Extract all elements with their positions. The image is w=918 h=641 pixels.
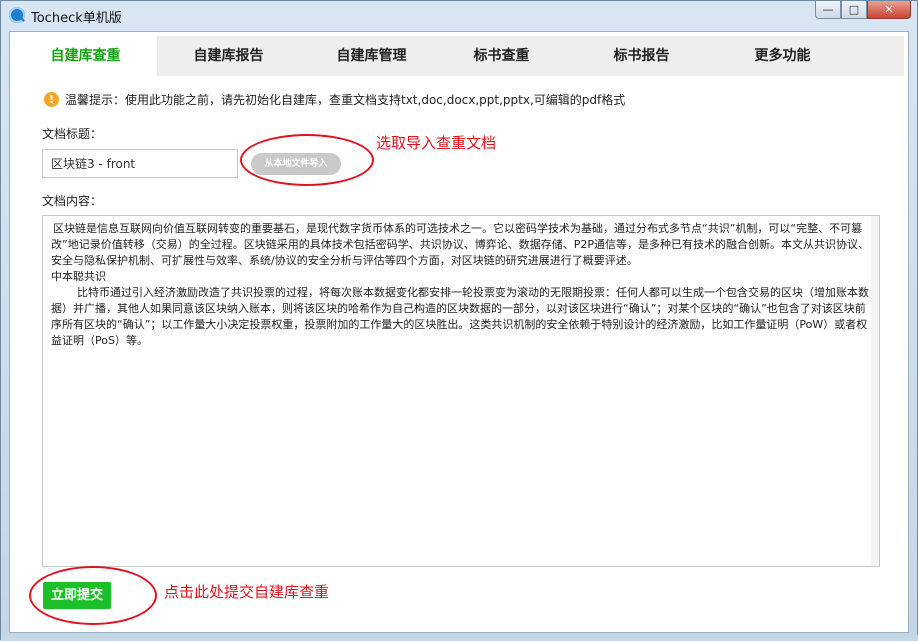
doc-content-label: 文档内容： [42, 194, 103, 208]
app-window: Tocheck单机版 — □ ✕ 自建库查重 自建库报告 自建库管理 标书查重 … [0, 0, 918, 641]
tab-bid-check[interactable]: 标书查重 [430, 36, 573, 76]
maximize-button[interactable]: □ [841, 1, 867, 19]
content-heading: 中本聪共识 [51, 270, 106, 283]
caption-buttons: — □ ✕ [815, 1, 911, 19]
close-button[interactable]: ✕ [867, 1, 911, 19]
main-panel: 自建库查重 自建库报告 自建库管理 标书查重 标书报告 更多功能 ! 温馨提示：… [9, 31, 909, 633]
window-bottom-border [1, 635, 918, 641]
scrollbar[interactable] [871, 216, 879, 566]
warning-icon: ! [44, 92, 59, 107]
tab-self-db-report[interactable]: 自建库报告 [157, 36, 300, 76]
tab-self-db-check[interactable]: 自建库查重 [14, 36, 157, 76]
minimize-button[interactable]: — [815, 1, 841, 19]
search-logo-icon [9, 7, 25, 23]
annotation-ellipse [240, 134, 374, 186]
content-paragraph: 区块链是信息互联网向价值互联网转变的重要基石，是现代数字货币体系的可选技术之一。… [51, 222, 869, 267]
tab-self-db-manage[interactable]: 自建库管理 [300, 36, 443, 76]
tip-notice: ! 温馨提示：使用此功能之前，请先初始化自建库，查重文档支持txt,doc,do… [44, 91, 625, 108]
content-paragraph: 比特币通过引入经济激励改造了共识投票的过程，将每次账本数据变化都安排一轮投票变为… [51, 286, 869, 347]
doc-title-label: 文档标题： [42, 127, 103, 141]
annotation-import-hint: 选取导入查重文档 [376, 134, 497, 152]
close-icon: ✕ [884, 3, 894, 16]
tab-bar: 自建库查重 自建库报告 自建库管理 标书查重 标书报告 更多功能 [14, 36, 904, 76]
doc-content-text: 区块链是信息互联网向价值互联网转变的重要基石，是现代数字货币体系的可选技术之一。… [51, 221, 869, 349]
window-title: Tocheck单机版 [31, 11, 122, 26]
title-bar[interactable]: Tocheck单机版 — □ ✕ [1, 1, 917, 29]
annotation-ellipse [29, 566, 157, 625]
tab-more-functions[interactable]: 更多功能 [711, 36, 854, 76]
minimize-icon: — [822, 3, 834, 16]
tip-text: 温馨提示：使用此功能之前，请先初始化自建库，查重文档支持txt,doc,docx… [65, 93, 626, 107]
annotation-submit-hint: 点击此处提交自建库查重 [164, 583, 330, 601]
doc-title-input[interactable] [42, 149, 238, 178]
tab-bid-report[interactable]: 标书报告 [570, 36, 713, 76]
doc-content-textarea[interactable]: 区块链是信息互联网向价值互联网转变的重要基石，是现代数字货币体系的可选技术之一。… [42, 215, 880, 567]
maximize-icon: □ [848, 3, 860, 16]
